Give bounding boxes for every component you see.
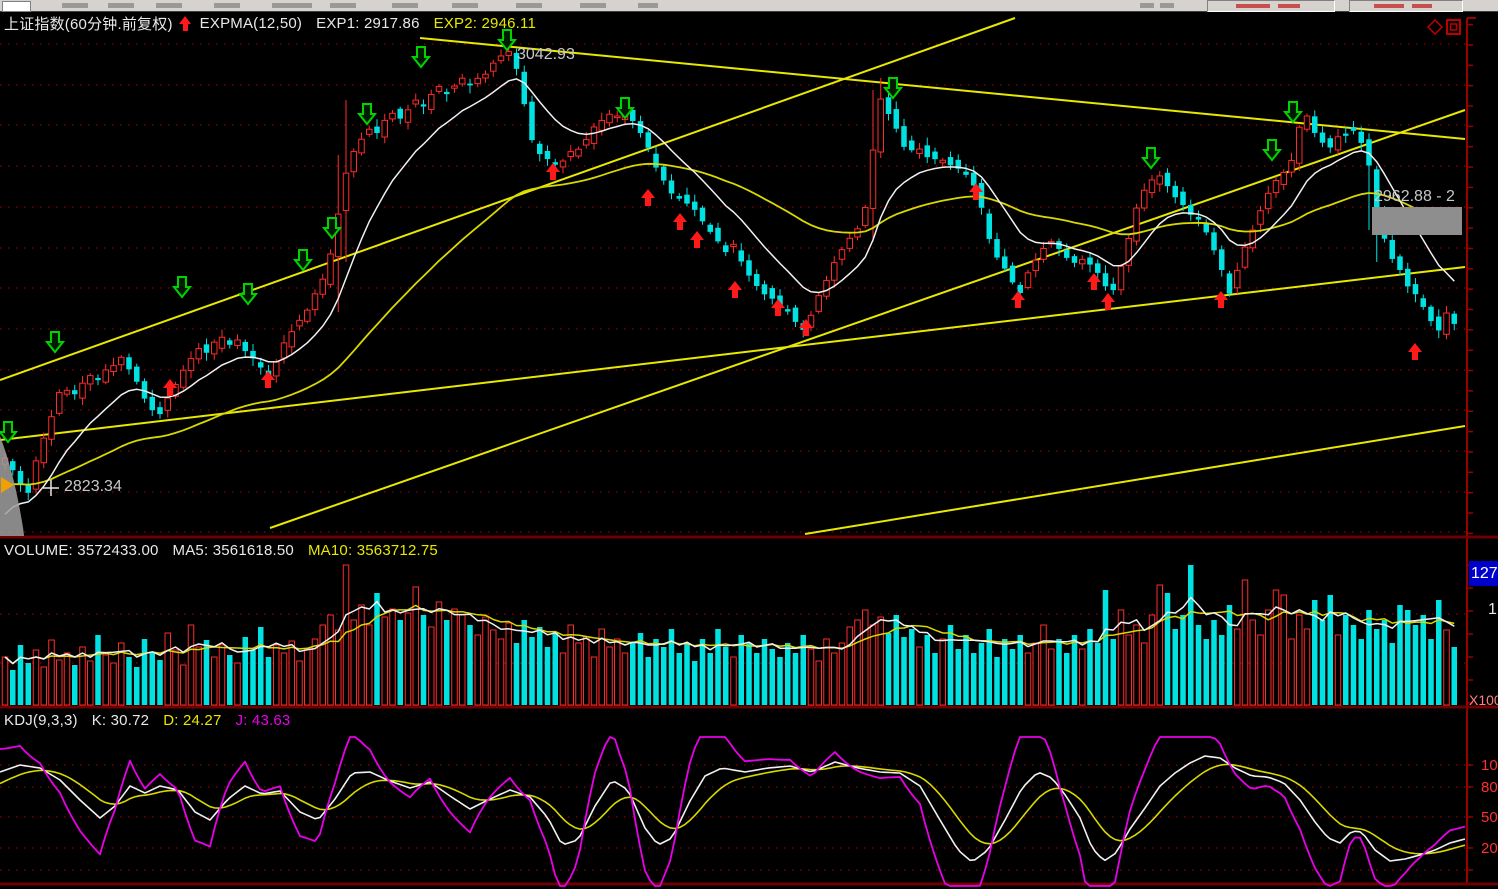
stock-terminal-window: 上证指数(60分钟.前复权) EXPMA(12,50) EXP1: 2917.8… [0,0,1498,889]
kdj-d-value: D: 24.27 [163,712,221,729]
buy-arrow [1087,273,1101,290]
buy-arrow [1011,291,1025,308]
corner-icons [1428,20,1460,34]
sell-arrow [1143,148,1159,168]
sell-arrow [413,47,429,67]
cursor-tooltip-box [1372,207,1462,235]
window-icon [1447,20,1460,34]
volume-axis-unit-label: X10000 [1469,692,1498,708]
chart-title: 上证指数(60分钟.前复权) [4,13,173,34]
volume-ma5-value: MA5: 3561618.50 [173,542,294,559]
main-chart-header: 上证指数(60分钟.前复权) EXPMA(12,50) EXP1: 2917.8… [4,13,536,33]
indicator-name: EXPMA(12,50) [200,15,302,32]
buy-arrow [728,281,742,298]
signal-markers [0,30,1422,442]
kdj-axis-label-80: 80 [1481,779,1498,796]
kdj-axis-label-20: 20 [1481,840,1498,857]
volume-axis-tick-label: 1 [1488,601,1497,619]
chart-canvas[interactable] [0,0,1498,889]
buy-arrow [1214,291,1228,308]
peak-price-label: 3042.93 [517,46,575,64]
buy-arrow [1101,293,1115,310]
sell-arrow [885,78,901,98]
sell-arrow [359,104,375,124]
sell-arrow [174,277,190,297]
sell-arrow [1264,140,1280,160]
kdj-k-value: K: 30.72 [92,712,149,729]
up-arrow-icon [179,16,192,31]
buy-arrow [673,213,687,230]
candlesticks [2,47,1457,500]
buy-arrow [1408,343,1422,360]
price-axis [1467,18,1476,884]
buy-arrow [641,189,655,206]
sell-arrow [295,250,311,270]
volume-value: VOLUME: 3572433.00 [4,542,159,559]
cursor-price-label: 2962.88 - 2 [1374,188,1455,206]
sell-arrow [47,332,63,352]
kdj-lines [0,737,1465,886]
volume-bars [2,565,1457,705]
sell-arrow [240,284,256,304]
diamond-icon [1428,20,1442,34]
trendlines [0,18,1465,534]
exp2-value: EXP2: 2946.11 [434,15,536,32]
expma-lines [5,79,1454,514]
buy-arrow [771,299,785,316]
buy-arrow [261,371,275,388]
kdj-header: KDJ(9,3,3) K: 30.72 D: 24.27 J: 43.63 [4,711,290,729]
volume-header: VOLUME: 3572433.00 MA5: 3561618.50 MA10:… [4,541,438,559]
kdj-title: KDJ(9,3,3) [4,712,78,729]
buy-arrow [690,231,704,248]
kdj-axis-label-50: 50 [1481,809,1498,826]
kdj-axis-label-100: 100 [1481,757,1498,774]
sell-arrow [1285,102,1301,122]
kdj-j-value: J: 43.63 [236,712,291,729]
low-price-label: 2823.34 [64,478,122,496]
volume-axis-max-label: 127 [1469,561,1498,586]
buy-arrow [546,163,560,180]
volume-ma10-value: MA10: 3563712.75 [308,542,438,559]
exp1-value: EXP1: 2917.86 [316,15,420,32]
